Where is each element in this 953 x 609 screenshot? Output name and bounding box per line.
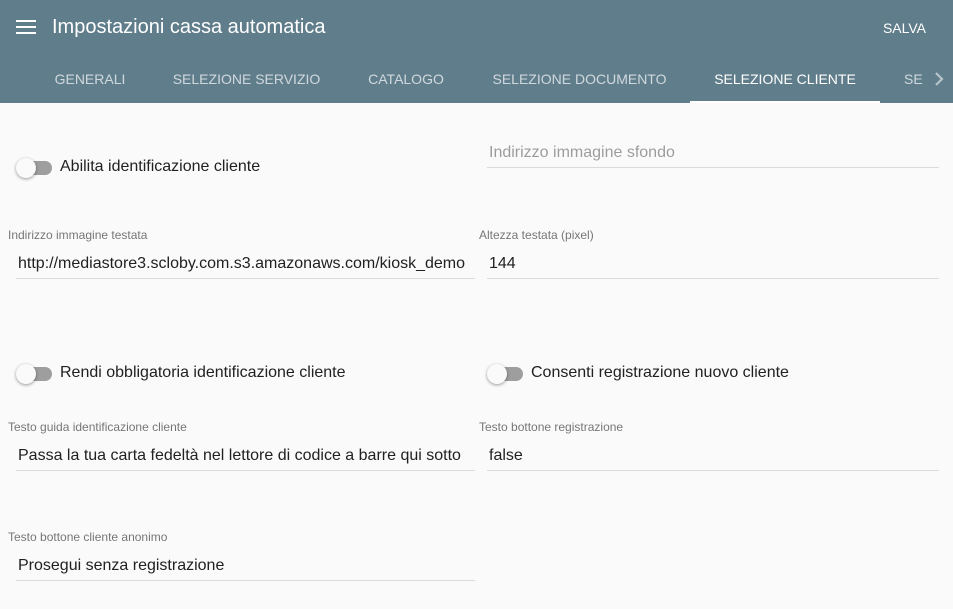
tab-generali[interactable]: GENERALI: [30, 55, 150, 103]
anonymous-button-text-field: Testo bottone cliente anonimo: [8, 530, 475, 582]
mandatory-identification-switch[interactable]: [16, 363, 52, 384]
allow-registration-label: Consenti registrazione nuovo cliente: [531, 364, 789, 381]
tab-bar: GENERALI SELEZIONE SERVIZIO CATALOGO SEL…: [30, 55, 923, 103]
guide-text-input[interactable]: [16, 441, 475, 471]
registration-button-text-field: Testo bottone registrazione: [479, 420, 939, 472]
background-image-field: [479, 134, 939, 170]
tab-selezione-cliente[interactable]: SELEZIONE CLIENTE: [690, 55, 880, 103]
tab-selezione-documento[interactable]: SELEZIONE DOCUMENTO: [469, 55, 690, 103]
header-height-field: Altezza testata (pixel): [479, 228, 939, 280]
enable-identification-label: Abilita identificazione cliente: [60, 158, 261, 175]
mandatory-identification-label: Rendi obbligatoria identificazione clien…: [60, 364, 346, 381]
tab-catalogo[interactable]: CATALOGO: [343, 55, 469, 103]
tab-selezione-servizio[interactable]: SELEZIONE SERVIZIO: [150, 55, 343, 103]
registration-button-text-input[interactable]: [487, 441, 939, 471]
registration-button-text-label: Testo bottone registrazione: [479, 420, 624, 434]
header-image-label: Indirizzo immagine testata: [8, 228, 148, 242]
header-image-field: Indirizzo immagine testata: [8, 228, 475, 280]
chevron-right-icon[interactable]: [925, 55, 953, 103]
save-button[interactable]: SALVA: [872, 16, 937, 40]
header-height-label: Altezza testata (pixel): [479, 228, 594, 242]
enable-identification-switch[interactable]: [16, 157, 52, 178]
menu-icon[interactable]: [16, 19, 36, 35]
allow-registration-toggle-row: Consenti registrazione nuovo cliente: [487, 361, 789, 385]
app-toolbar: Impostazioni cassa automatica SALVA GENE…: [0, 0, 953, 103]
allow-registration-switch[interactable]: [487, 363, 523, 384]
tab-selezione-next[interactable]: SELEZIONE: [904, 55, 923, 103]
background-image-input[interactable]: [487, 138, 939, 168]
enable-identification-toggle-row: Abilita identificazione cliente: [16, 155, 260, 179]
page-title: Impostazioni cassa automatica: [52, 16, 326, 38]
mandatory-identification-toggle-row: Rendi obbligatoria identificazione clien…: [16, 361, 346, 385]
anonymous-button-text-input[interactable]: [16, 551, 475, 581]
guide-text-label: Testo guida identificazione cliente: [8, 420, 187, 434]
anonymous-button-text-label: Testo bottone cliente anonimo: [8, 530, 168, 544]
guide-text-field: Testo guida identificazione cliente: [8, 420, 475, 472]
header-height-input[interactable]: [487, 249, 939, 279]
header-image-input[interactable]: [16, 249, 475, 279]
